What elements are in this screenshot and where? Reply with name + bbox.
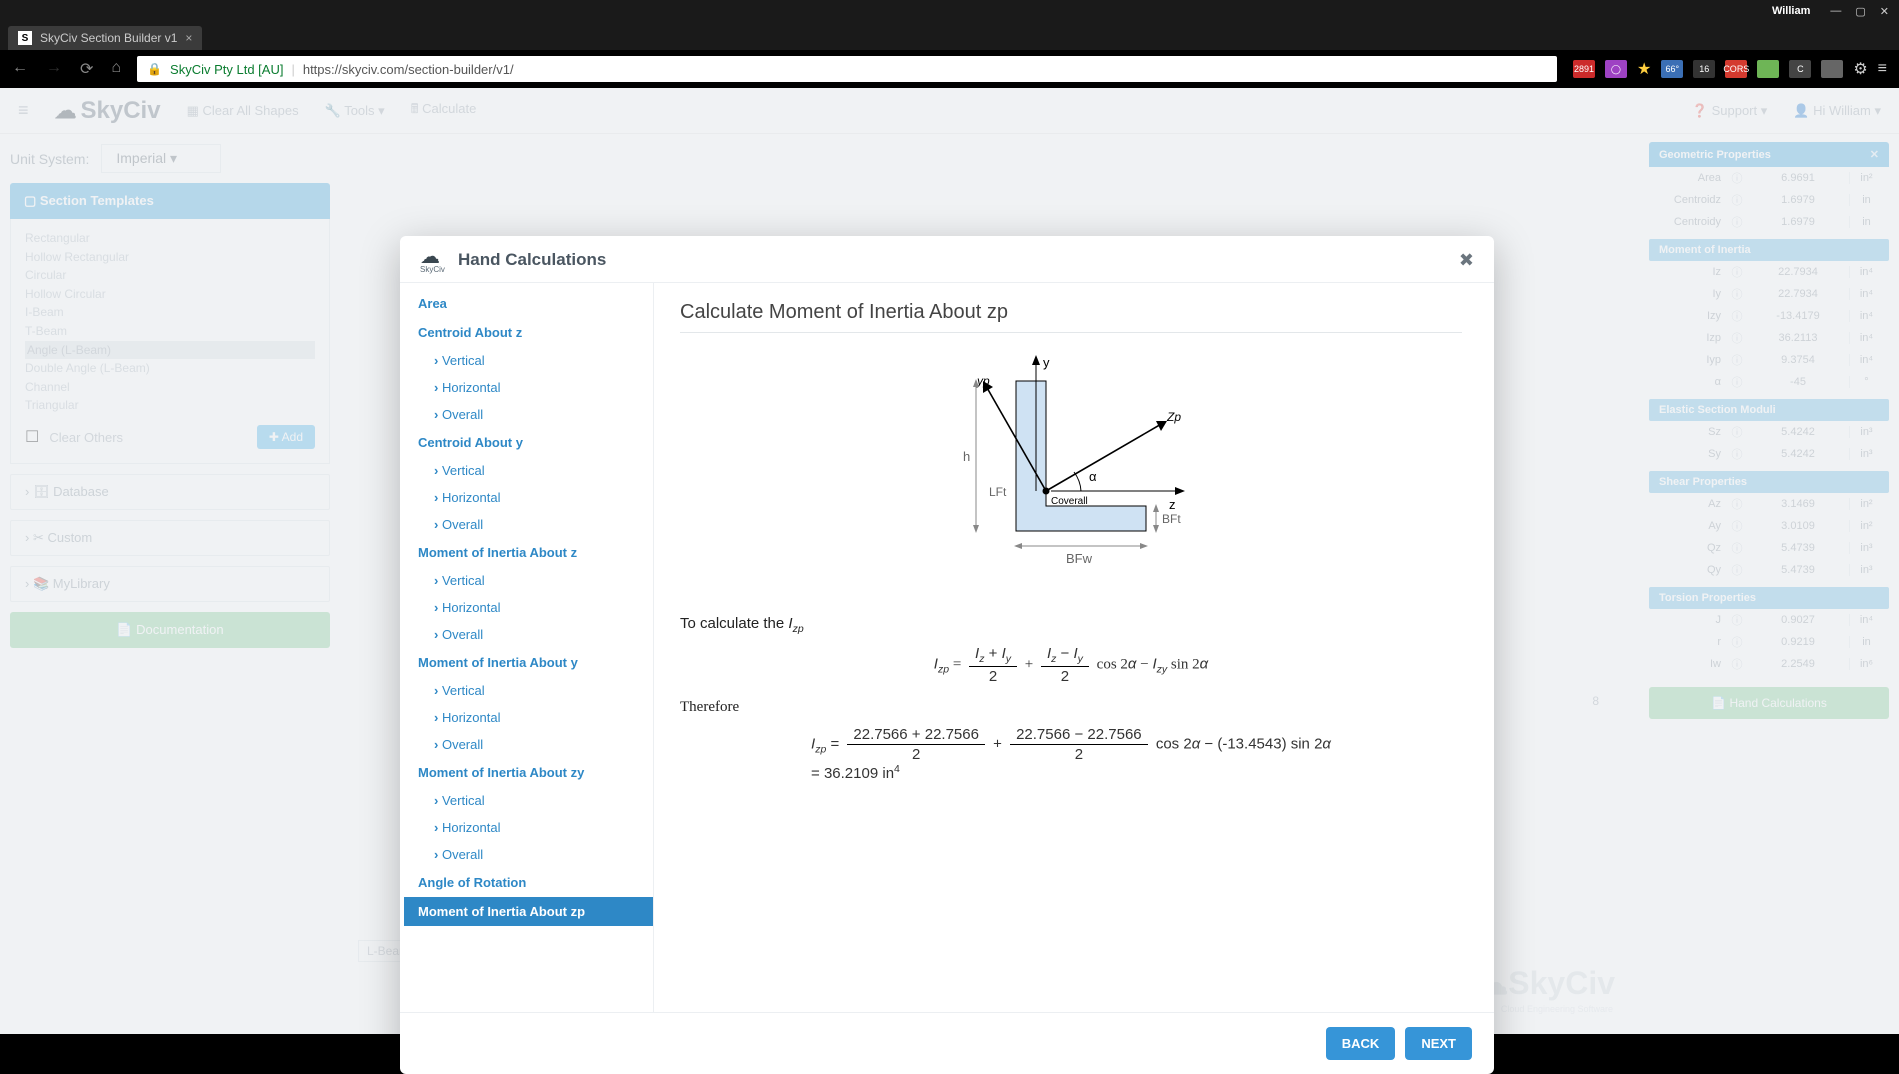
star-icon[interactable]: ★ <box>1637 59 1651 79</box>
substituted-formula: Izp = 22.7566 + 22.75662 + 22.7566 − 22.… <box>680 726 1462 783</box>
os-titlebar: William — ▢ ✕ <box>0 0 1899 22</box>
browser-menu-icon[interactable]: ≡ <box>1878 60 1887 78</box>
svg-text:α: α <box>1089 469 1097 484</box>
extension-icon[interactable] <box>1821 60 1843 78</box>
nav-reload-icon[interactable]: ⟳ <box>80 59 93 79</box>
browser-tab[interactable]: S SkyCiv Section Builder v1 × <box>8 26 202 50</box>
site-identity: SkyCiv Pty Ltd [AU] <box>170 62 283 77</box>
extension-icon[interactable]: 2891 <box>1573 60 1595 78</box>
nav-group-item[interactable]: Moment of Inertia About zp <box>404 897 653 926</box>
nav-sub-item[interactable]: Horizontal <box>404 814 653 841</box>
svg-text:LFt: LFt <box>989 485 1007 499</box>
tab-title: SkyCiv Section Builder v1 <box>40 31 177 45</box>
extension-icons: 2891 ◯ ★ 66° 16 CORS C ⚙ ≡ <box>1573 59 1887 79</box>
nav-group-item[interactable]: Moment of Inertia About zy <box>404 758 653 787</box>
nav-group-item[interactable]: Area <box>404 289 653 318</box>
intro-text: To calculate the Izp <box>680 615 1462 635</box>
modal-logo-icon: SkyCiv <box>420 248 448 272</box>
svg-text:BFw: BFw <box>1066 551 1093 566</box>
os-user-label: William <box>1766 4 1816 18</box>
diagram: y z yp Zp α Coverall <box>680 351 1462 601</box>
minimize-icon[interactable]: — <box>1830 5 1841 17</box>
therefore-text: Therefore <box>680 699 1462 716</box>
nav-sub-item[interactable]: Vertical <box>404 787 653 814</box>
extension-icon[interactable]: 66° <box>1661 60 1683 78</box>
nav-group-item[interactable]: Moment of Inertia About z <box>404 538 653 567</box>
nav-sub-item[interactable]: Overall <box>404 841 653 868</box>
window-close-icon[interactable]: ✕ <box>1880 5 1889 18</box>
nav-group-item[interactable]: Angle of Rotation <box>404 868 653 897</box>
calc-heading: Calculate Moment of Inertia About zp <box>680 301 1462 333</box>
nav-group-item[interactable]: Centroid About y <box>404 428 653 457</box>
nav-sub-item[interactable]: Horizontal <box>404 484 653 511</box>
modal-content: Calculate Moment of Inertia About zp y z… <box>654 283 1494 1012</box>
nav-sub-item[interactable]: Overall <box>404 401 653 428</box>
maximize-icon[interactable]: ▢ <box>1855 5 1865 18</box>
favicon: S <box>18 31 32 45</box>
url-input[interactable]: 🔒 SkyCiv Pty Ltd [AU] | https://skyciv.c… <box>137 56 1557 82</box>
nav-sub-item[interactable]: Horizontal <box>404 594 653 621</box>
nav-home-icon[interactable]: ⌂ <box>111 59 121 79</box>
extension-icon[interactable] <box>1757 60 1779 78</box>
browser-settings-icon[interactable]: ⚙ <box>1853 59 1867 79</box>
svg-text:Zp: Zp <box>1166 410 1181 424</box>
svg-text:Coverall: Coverall <box>1051 496 1088 507</box>
nav-back-icon[interactable]: ← <box>12 59 28 79</box>
nav-forward-icon[interactable]: → <box>46 59 62 79</box>
nav-sub-item[interactable]: Vertical <box>404 347 653 374</box>
svg-text:y: y <box>1043 355 1050 370</box>
browser-tabbar: S SkyCiv Section Builder v1 × <box>0 22 1899 50</box>
general-formula: Izp = Iz + Iy2 + Iz − Iy2 cos 2α − Izy s… <box>680 645 1462 685</box>
modal-close-icon[interactable]: ✖ <box>1459 250 1474 271</box>
lock-icon: 🔒 <box>147 62 162 76</box>
nav-sub-item[interactable]: Overall <box>404 731 653 758</box>
nav-sub-item[interactable]: Vertical <box>404 567 653 594</box>
modal-footer: BACK NEXT <box>400 1012 1494 1074</box>
modal-nav[interactable]: AreaCentroid About zVerticalHorizontalOv… <box>400 283 654 1012</box>
back-button[interactable]: BACK <box>1326 1027 1396 1060</box>
nav-group-item[interactable]: Moment of Inertia About y <box>404 648 653 677</box>
extension-icon[interactable]: C <box>1789 60 1811 78</box>
nav-sub-item[interactable]: Overall <box>404 511 653 538</box>
nav-sub-item[interactable]: Vertical <box>404 457 653 484</box>
extension-icon[interactable]: CORS <box>1725 60 1747 78</box>
tab-close-icon[interactable]: × <box>185 31 192 45</box>
svg-text:z: z <box>1169 497 1176 512</box>
url-text: https://skyciv.com/section-builder/v1/ <box>303 62 514 77</box>
extension-icon[interactable]: ◯ <box>1605 60 1627 78</box>
next-button[interactable]: NEXT <box>1405 1027 1472 1060</box>
svg-text:h: h <box>963 449 970 464</box>
extension-icon[interactable]: 16 <box>1693 60 1715 78</box>
hand-calculations-modal: SkyCiv Hand Calculations ✖ AreaCentroid … <box>400 236 1494 1074</box>
nav-group-item[interactable]: Centroid About z <box>404 318 653 347</box>
modal-header: SkyCiv Hand Calculations ✖ <box>400 236 1494 283</box>
svg-text:BFt: BFt <box>1162 512 1181 526</box>
nav-sub-item[interactable]: Horizontal <box>404 704 653 731</box>
browser-addressbar: ← → ⟳ ⌂ 🔒 SkyCiv Pty Ltd [AU] | https://… <box>0 50 1899 88</box>
nav-sub-item[interactable]: Horizontal <box>404 374 653 401</box>
nav-sub-item[interactable]: Vertical <box>404 677 653 704</box>
modal-title: Hand Calculations <box>458 250 606 270</box>
nav-sub-item[interactable]: Overall <box>404 621 653 648</box>
